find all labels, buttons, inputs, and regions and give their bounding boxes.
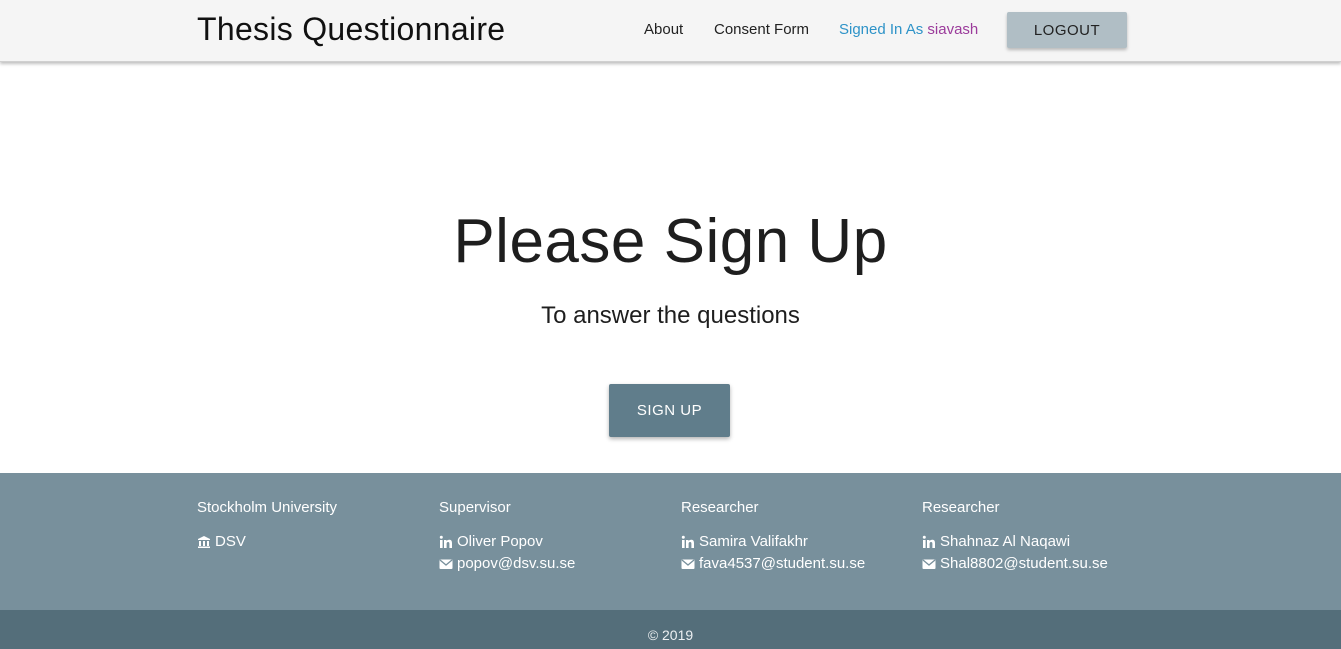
brand-title[interactable]: Thesis Questionnaire <box>197 11 505 48</box>
footer-link-linkedin[interactable]: Samira Valifakhr <box>681 533 808 550</box>
footer-text: Samira Valifakhr <box>699 533 808 550</box>
footer-text: DSV <box>215 533 246 550</box>
envelope-icon <box>681 557 695 571</box>
footer-heading: Stockholm University <box>197 499 338 516</box>
footer-link-email[interactable]: Shal8802@student.su.se <box>922 555 1108 572</box>
footer-link-email[interactable]: fava4537@student.su.se <box>681 555 865 572</box>
footer-text: Shal8802@student.su.se <box>940 555 1108 572</box>
navbar: Thesis Questionnaire About Consent Form … <box>0 0 1341 62</box>
signed-in-username: siavash <box>927 21 979 38</box>
page-title: Please Sign Up <box>453 207 888 276</box>
linkedin-icon <box>439 535 453 549</box>
footer-link-linkedin[interactable]: Shahnaz Al Naqawi <box>922 533 1070 550</box>
footer-text: popov@dsv.su.se <box>457 555 576 572</box>
footer-text: Oliver Popov <box>457 533 543 550</box>
signed-in-status[interactable]: Signed In As siavash <box>839 21 978 38</box>
footer-link-dsv[interactable]: DSV <box>197 533 246 550</box>
institution-icon <box>197 535 211 549</box>
sign-up-button[interactable]: SIGN UP <box>609 384 730 437</box>
linkedin-icon <box>681 535 695 549</box>
logout-button[interactable]: LOGOUT <box>1007 12 1127 48</box>
footer-link-email[interactable]: popov@dsv.su.se <box>439 555 575 572</box>
page-subtitle: To answer the questions <box>541 302 800 329</box>
footer-heading: Researcher <box>681 499 759 516</box>
envelope-icon <box>922 557 936 571</box>
copyright-bar: © 2019 <box>0 610 1341 649</box>
footer-heading: Supervisor <box>439 499 511 516</box>
footer-text: Shahnaz Al Naqawi <box>940 533 1071 550</box>
nav-link-about[interactable]: About <box>644 21 683 38</box>
signed-in-label: Signed In As <box>839 21 924 38</box>
footer-heading: Researcher <box>922 499 1000 516</box>
copyright-text: © 2019 <box>647 627 694 643</box>
footer: Stockholm University DSV Supervisor Oliv… <box>0 473 1341 610</box>
envelope-icon <box>439 557 453 571</box>
footer-link-linkedin[interactable]: Oliver Popov <box>439 533 543 550</box>
footer-text: fava4537@student.su.se <box>699 555 866 572</box>
nav-link-consent-form[interactable]: Consent Form <box>714 21 809 38</box>
linkedin-icon <box>922 535 936 549</box>
